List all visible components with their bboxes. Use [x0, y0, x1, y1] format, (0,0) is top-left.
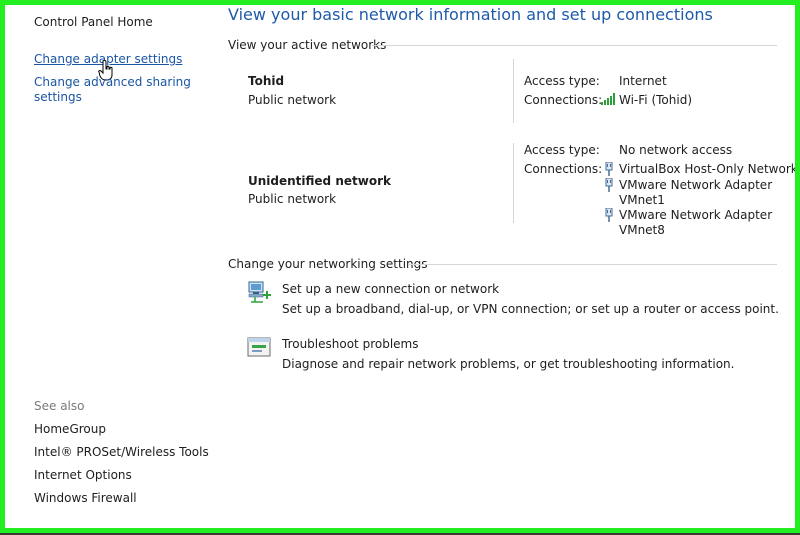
vmnet1-adapter-link[interactable]: VMware Network Adapter VMnet1 — [619, 178, 772, 207]
connections-label: Connections: — [524, 162, 603, 176]
internet-options-link[interactable]: Internet Options — [34, 468, 132, 482]
ethernet-adapter-icon — [605, 208, 613, 222]
see-also-heading: See also — [34, 399, 85, 413]
vmnet8-line2: VMnet8 — [619, 223, 665, 237]
wifi-connection-link[interactable]: Wi-Fi (Tohid) — [619, 93, 692, 107]
windows-firewall-link[interactable]: Windows Firewall — [34, 491, 137, 505]
troubleshoot-problems-link[interactable]: Troubleshoot problems — [282, 337, 418, 351]
active-networks-heading: View your active networks — [228, 38, 387, 52]
advanced-sharing-line2: settings — [34, 90, 82, 104]
network-column-divider — [513, 59, 514, 123]
setup-connection-link[interactable]: Set up a new connection or network — [282, 282, 499, 296]
wifi-signal-icon — [601, 93, 615, 105]
access-type-label: Access type: — [524, 143, 600, 157]
network-name-tohid: Tohid — [248, 74, 285, 88]
setup-connection-description: Set up a broadband, dial-up, or VPN conn… — [282, 302, 779, 316]
screenshot-frame: Control Panel Home Change adapter settin… — [0, 0, 800, 533]
control-panel-home-link[interactable]: Control Panel Home — [34, 15, 153, 29]
advanced-sharing-line1: Change advanced sharing — [34, 75, 191, 89]
network-column-divider — [513, 143, 514, 223]
troubleshoot-description: Diagnose and repair network problems, or… — [282, 357, 735, 371]
ethernet-adapter-icon — [605, 178, 613, 192]
active-networks-divider — [372, 45, 777, 46]
change-advanced-sharing-settings-link[interactable]: Change advanced sharing settings — [34, 75, 191, 104]
virtualbox-adapter-link[interactable]: VirtualBox Host-Only Network — [619, 162, 795, 176]
connections-label: Connections: — [524, 93, 603, 107]
access-type-label: Access type: — [524, 74, 600, 88]
network-category[interactable]: Public network — [248, 192, 336, 206]
vmnet1-line2: VMnet1 — [619, 193, 665, 207]
access-type-value: No network access — [619, 143, 733, 157]
network-category[interactable]: Public network — [248, 93, 336, 107]
homegroup-link[interactable]: HomeGroup — [34, 422, 106, 436]
page-title: View your basic network information and … — [228, 5, 713, 24]
vmnet1-line1: VMware Network Adapter — [619, 178, 773, 192]
vmnet8-line1: VMware Network Adapter — [619, 208, 773, 222]
networking-settings-divider — [408, 264, 777, 265]
troubleshoot-icon — [247, 337, 271, 357]
ethernet-adapter-icon — [605, 162, 613, 176]
vmnet8-adapter-link[interactable]: VMware Network Adapter VMnet8 — [619, 208, 772, 237]
networking-settings-heading: Change your networking settings — [228, 257, 428, 271]
new-connection-icon — [248, 281, 271, 303]
access-type-value: Internet — [619, 74, 667, 88]
network-name-unidentified: Unidentified network — [248, 174, 391, 188]
intel-proset-link[interactable]: Intel® PROSet/Wireless Tools — [34, 445, 209, 459]
